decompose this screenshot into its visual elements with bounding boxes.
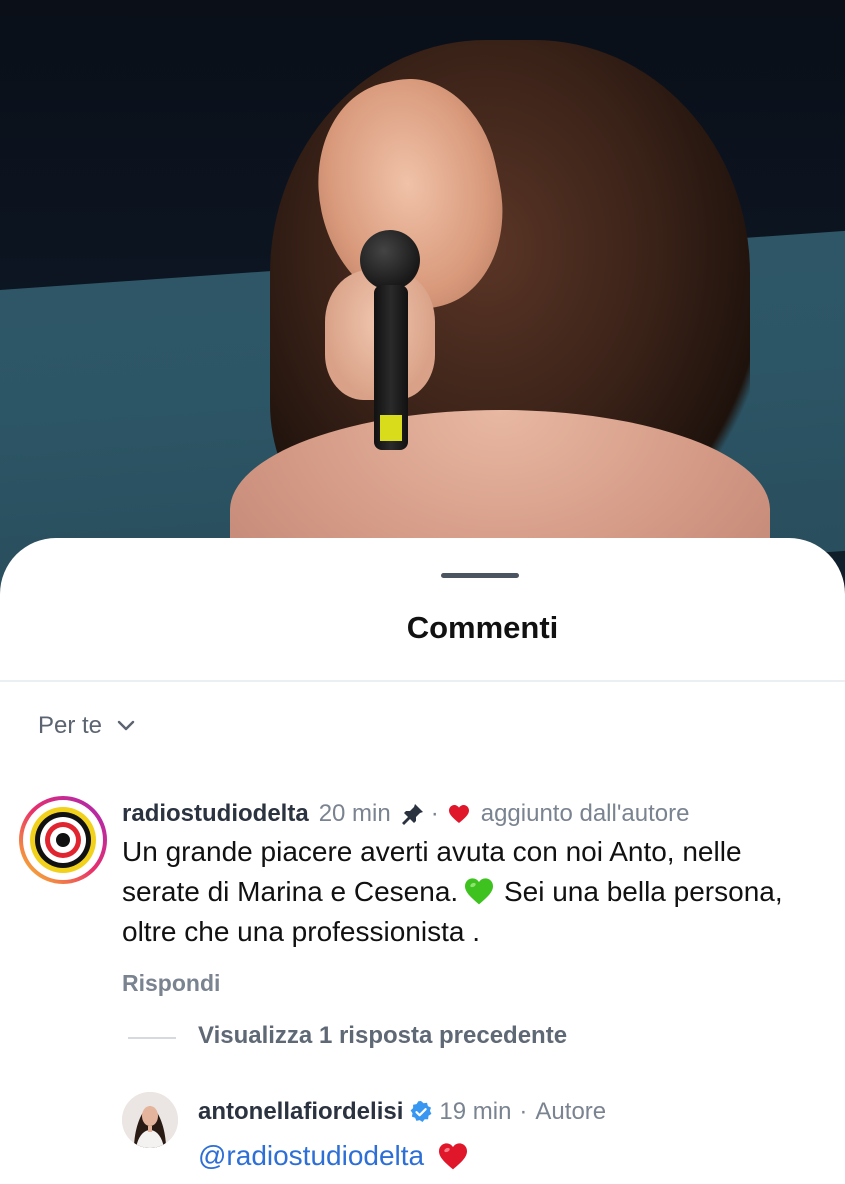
sheet-grabber-handle[interactable] (441, 573, 519, 578)
replies-divider-line (128, 1037, 176, 1039)
comment: radiostudiodelta 20 min · aggiunto dall'… (122, 800, 822, 952)
verified-badge-icon (410, 1101, 432, 1122)
reply-text: @radiostudiodelta (198, 1140, 470, 1172)
comment-text: Un grande piacere averti avuta con noi A… (122, 832, 812, 952)
header-separator: · (430, 800, 439, 827)
reply-header: antonellafiordelisi 19 min · Autore (198, 1098, 606, 1126)
reply-mention-link[interactable]: @radiostudiodelta (198, 1140, 424, 1172)
sheet-divider (0, 680, 845, 682)
reply-avatar[interactable] (122, 1092, 178, 1148)
comment-header: radiostudiodelta 20 min · aggiunto dall'… (122, 800, 822, 828)
reply-button[interactable]: Rispondi (122, 970, 220, 997)
sort-filter-dropdown[interactable]: Per te (38, 712, 138, 740)
reply-header-separator: · (519, 1098, 528, 1125)
chevron-down-icon (117, 720, 135, 731)
reply-username[interactable]: antonellafiordelisi (198, 1098, 403, 1126)
red-heart-emoji (439, 1143, 468, 1170)
photo-microphone (360, 230, 420, 450)
comment-time: 20 min (318, 800, 391, 827)
sheet-title: Commenti (406, 610, 559, 645)
pin-icon (401, 804, 423, 825)
view-replies-button[interactable]: Visualizza 1 risposta precedente (198, 1022, 567, 1050)
reply-time: 19 min (439, 1098, 512, 1125)
liked-by-author-label: aggiunto dall'autore (480, 800, 690, 827)
post-photo (0, 0, 845, 600)
heart-icon (448, 805, 469, 823)
green-heart-emoji (465, 878, 494, 905)
avatar[interactable] (18, 795, 108, 885)
sort-filter-label: Per te (38, 712, 103, 739)
comment-username[interactable]: radiostudiodelta (122, 800, 309, 828)
author-badge: Autore (535, 1098, 607, 1125)
